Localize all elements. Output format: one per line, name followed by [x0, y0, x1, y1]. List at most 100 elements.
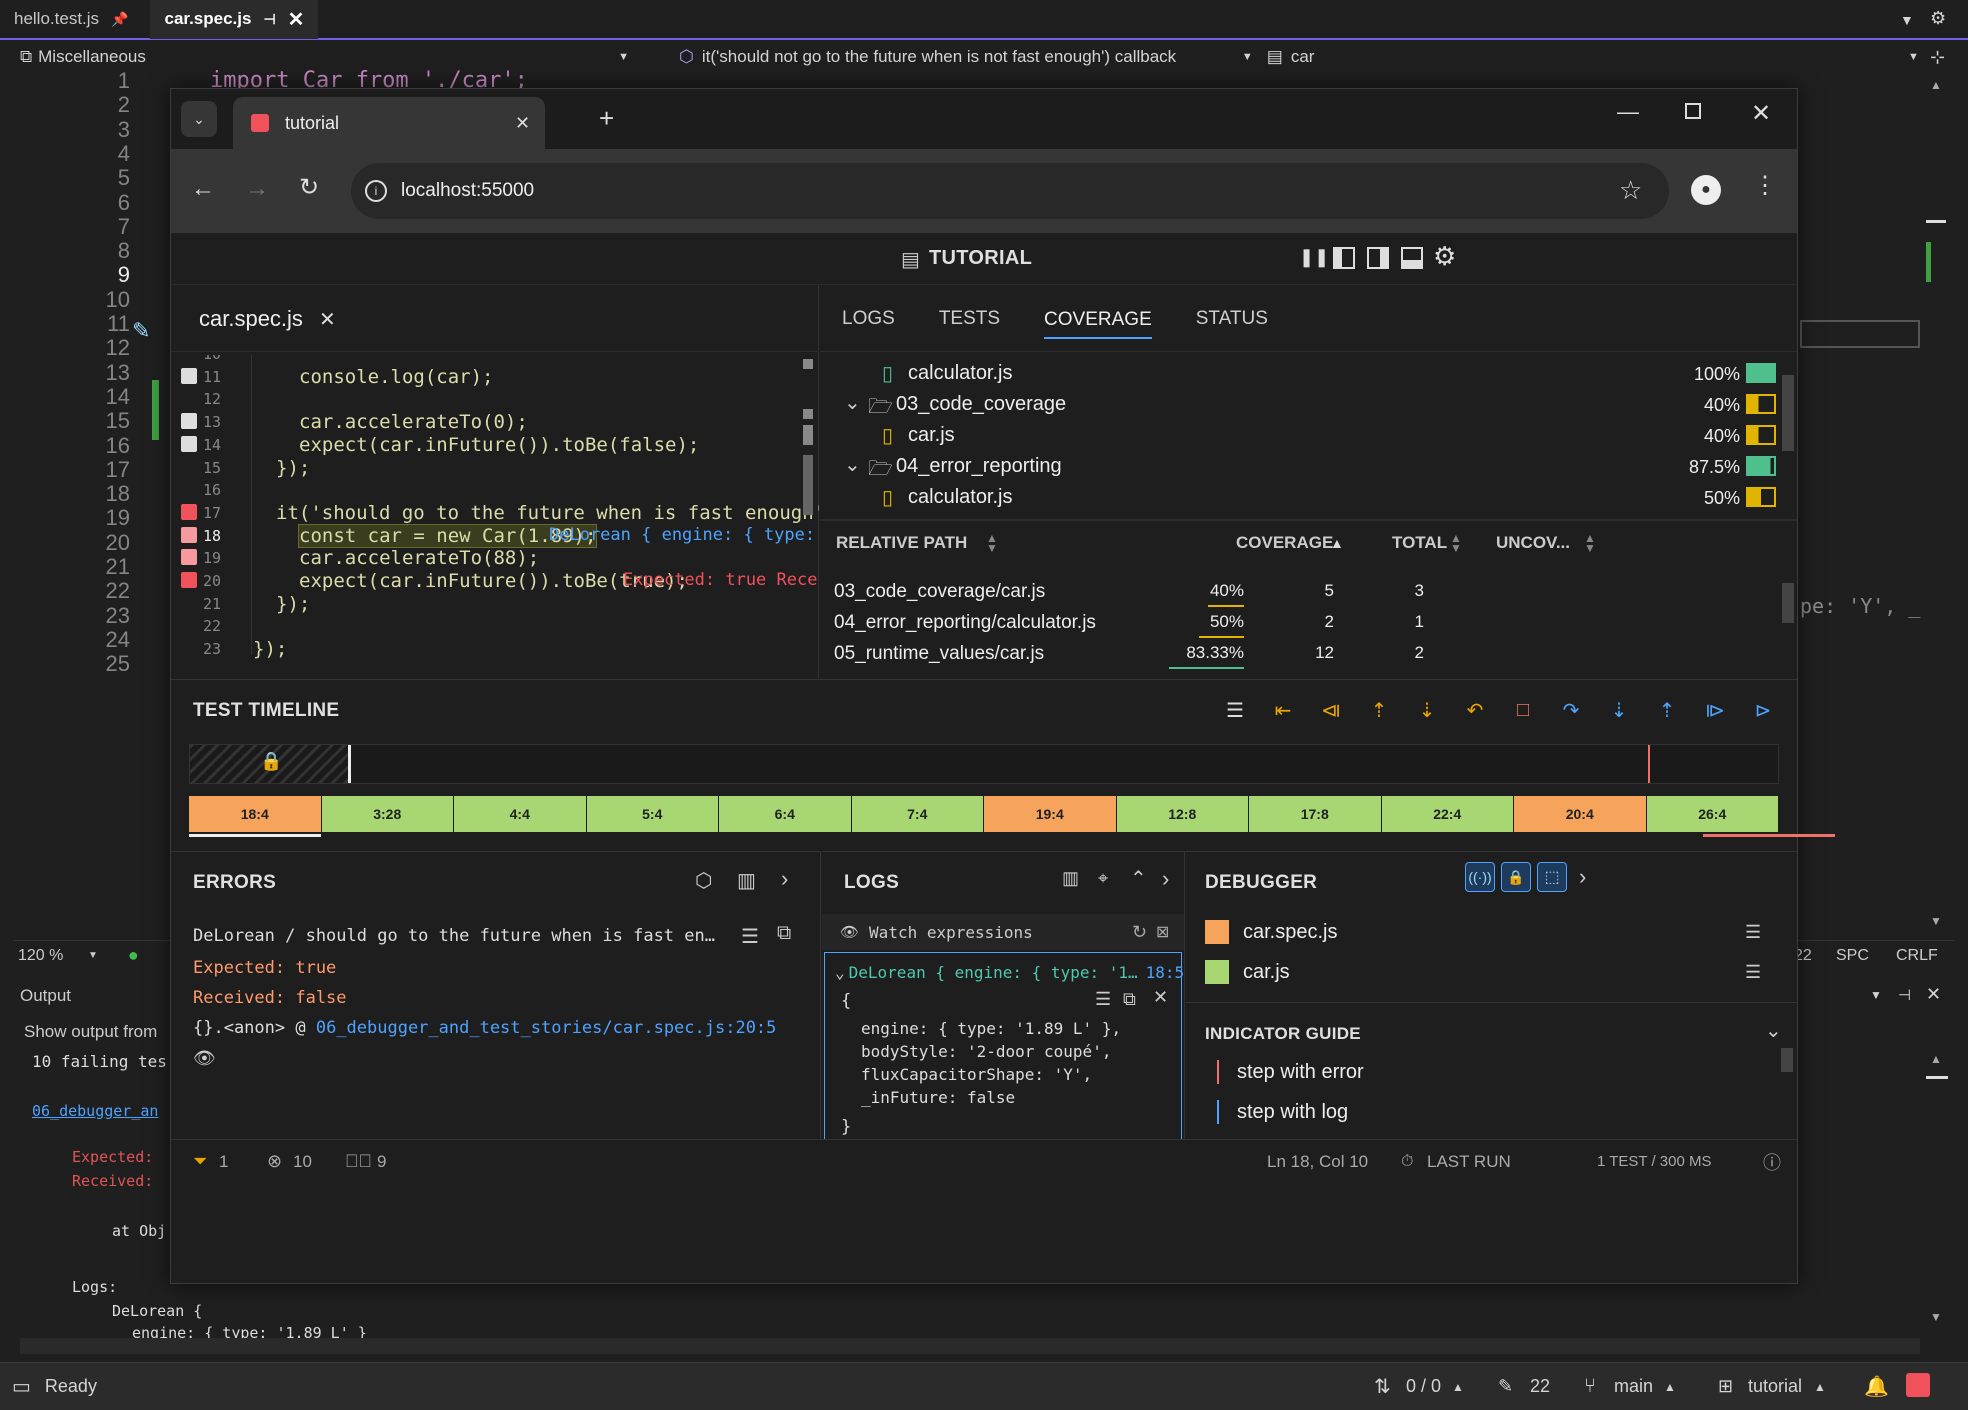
tab-overflow-icon[interactable]: ▼: [1900, 12, 1914, 28]
timeline-step[interactable]: 18:4: [189, 796, 322, 832]
coverage-folder[interactable]: ⌄ 🗁 03_code_coverage 40%: [820, 390, 1780, 420]
chevron-right-icon[interactable]: ›: [1579, 864, 1586, 890]
editor-tab[interactable]: car.spec.js ✕: [199, 299, 336, 339]
stack-link[interactable]: 06_debugger_and_test_stories/car.spec.js…: [316, 1018, 777, 1038]
code-line[interactable]: 18 const car = new Car(1.89); DeLorean { e…: [171, 523, 815, 548]
debugger-file[interactable]: car.spec.js: [1205, 920, 1337, 944]
step-back-icon[interactable]: ⧏: [1317, 696, 1345, 724]
code-line[interactable]: 14 expect(car.inFuture()).toBe(false);: [171, 434, 811, 456]
coverage-file[interactable]: ▯ calculator.js 50%: [820, 483, 1780, 513]
table-row[interactable]: 04_error_reporting/calculator.js 50% 2 1: [834, 608, 1774, 638]
timeline-step[interactable]: 5:4: [586, 796, 719, 832]
watch-expressions-bar[interactable]: 👁 Watch expressions ↻ ⊠: [822, 914, 1184, 950]
copy-icon[interactable]: ⧉: [777, 922, 791, 945]
chevron-down-icon[interactable]: ⌄: [844, 452, 861, 477]
tab-search-button[interactable]: ⌄: [181, 101, 217, 137]
scroll-down-icon[interactable]: ▼: [1930, 914, 1942, 928]
extension-badge-icon[interactable]: [1906, 1373, 1930, 1397]
stop-icon[interactable]: □: [1509, 696, 1537, 724]
forward-icon[interactable]: →: [245, 175, 269, 203]
close-icon[interactable]: ✕: [515, 113, 530, 134]
project-dropdown[interactable]: Miscellaneous: [38, 47, 618, 67]
close-icon[interactable]: ✕: [1751, 99, 1771, 128]
timeline-step[interactable]: 3:28: [321, 796, 454, 832]
col-uncovered[interactable]: UNCOV...: [1496, 533, 1570, 553]
table-scrollbar[interactable]: [1782, 577, 1794, 677]
timeline-step[interactable]: 17:8: [1249, 796, 1382, 832]
close-icon[interactable]: ✕: [1926, 984, 1941, 1005]
code-line[interactable]: 22: [171, 615, 811, 637]
coverage-file[interactable]: ▯ calculator.js 100%: [820, 359, 1780, 389]
chevron-right-icon[interactable]: ›: [781, 866, 788, 892]
clear-icon[interactable]: ⊠: [1156, 922, 1169, 942]
step-forward-icon[interactable]: ⧐: [1701, 696, 1729, 724]
timeline-step[interactable]: 19:4: [984, 796, 1117, 832]
chevron-up-icon[interactable]: ▲: [1452, 1380, 1464, 1394]
expand-lines-icon[interactable]: ☰: [1745, 962, 1761, 983]
pin-icon[interactable]: ⊣: [1898, 986, 1911, 1004]
timeline-step[interactable]: 12:8: [1116, 796, 1249, 832]
close-icon[interactable]: ✕: [288, 7, 305, 32]
chevron-down-icon[interactable]: ▼: [1870, 988, 1882, 1002]
coverage-file[interactable]: ▯ car.js 40%: [820, 421, 1780, 451]
code-line[interactable]: 15});: [171, 457, 811, 479]
chevron-down-icon[interactable]: ▼: [618, 51, 629, 63]
table-row[interactable]: 03_code_coverage/car.js 40% 5 3: [834, 577, 1774, 607]
coverage-folder[interactable]: ⌄ 🗁 04_error_reporting 87.5%: [820, 452, 1780, 482]
scrollbar-thumb[interactable]: [1782, 375, 1794, 451]
browser-menu-icon[interactable]: ⋮: [1753, 171, 1777, 200]
output-horizontal-scrollbar[interactable]: [20, 1338, 1920, 1354]
code-line[interactable]: 12: [171, 388, 811, 410]
timeline-step[interactable]: 22:4: [1381, 796, 1514, 832]
chevron-up-icon[interactable]: ▲: [1664, 1380, 1676, 1394]
failed-count[interactable]: 10: [293, 1152, 312, 1172]
sort-icon[interactable]: ▲ ▼: [1450, 532, 1462, 554]
sync-count[interactable]: 0 / 0: [1406, 1376, 1441, 1397]
location-pin-icon[interactable]: ⌖: [1098, 868, 1108, 889]
chevron-down-icon[interactable]: ⌄: [835, 963, 845, 982]
bookmark-star-icon[interactable]: ☆: [1619, 175, 1642, 206]
step-out-back-icon[interactable]: ⇡: [1365, 696, 1393, 724]
tab-tests[interactable]: TESTS: [939, 308, 1000, 330]
step-into-back-icon[interactable]: ⇣: [1413, 696, 1441, 724]
col-coverage[interactable]: COVERAGE: [1236, 533, 1333, 553]
tree-scrollbar[interactable]: [1782, 355, 1794, 515]
table-row[interactable]: 05_runtime_values/car.js 83.33% 12 2: [834, 639, 1774, 669]
chevron-up-icon[interactable]: ▲: [1814, 1380, 1826, 1394]
inline-value[interactable]: DeLorean { engine: { type: '1: [549, 525, 819, 545]
format-icon[interactable]: ☰: [1095, 989, 1111, 1010]
line-ending-indicator[interactable]: CRLF: [1896, 947, 1938, 965]
passed-icon[interactable]: ✓⃝: [345, 1151, 372, 1172]
chevron-down-icon[interactable]: ▼: [88, 950, 98, 961]
pause-icon[interactable]: ❚❚: [1299, 247, 1329, 268]
layout-bottom-icon[interactable]: [1401, 247, 1423, 269]
repo-name[interactable]: tutorial: [1748, 1376, 1802, 1397]
go-to-first-icon[interactable]: ⇤: [1269, 696, 1297, 724]
eye-icon[interactable]: 👁: [193, 1048, 216, 1069]
back-icon[interactable]: ←: [191, 175, 215, 203]
layout-right-icon[interactable]: [1367, 247, 1389, 269]
step-out-icon[interactable]: ⇡: [1653, 696, 1681, 724]
browser-tab[interactable]: tutorial ✕: [233, 97, 545, 149]
filter-icon[interactable]: ⏷: [193, 1151, 207, 1172]
code-line[interactable]: 21});: [171, 593, 811, 615]
debugger-file[interactable]: car.js: [1205, 960, 1290, 984]
close-icon[interactable]: ✕: [1153, 987, 1168, 1008]
branch-name[interactable]: main: [1614, 1376, 1653, 1397]
close-icon[interactable]: ✕: [319, 307, 336, 332]
code-line[interactable]: 19 car.accelerateTo(88);: [171, 547, 811, 569]
passed-count[interactable]: 9: [377, 1152, 386, 1172]
step-into-icon[interactable]: ⇣: [1605, 696, 1633, 724]
map-icon[interactable]: ▥: [737, 868, 756, 893]
code-line[interactable]: 20 expect(car.inFuture()).toBe(true); Expe…: [171, 570, 819, 592]
filter-count[interactable]: 1: [219, 1152, 228, 1172]
copy-icon[interactable]: ⧉: [1123, 989, 1136, 1010]
maximize-icon[interactable]: [1685, 103, 1701, 119]
failed-icon[interactable]: ⊗: [267, 1151, 282, 1172]
code-line[interactable]: 17 it('should go to the future when is fa…: [171, 502, 819, 524]
sort-asc-icon[interactable]: ▲: [1330, 535, 1344, 551]
edit-count[interactable]: 22: [1530, 1376, 1550, 1397]
pin-icon[interactable]: ⊣: [263, 11, 275, 28]
guide-scrollbar[interactable]: [1781, 1048, 1793, 1072]
ide-tab-car-spec[interactable]: car.spec.js ⊣ ✕: [150, 0, 319, 39]
